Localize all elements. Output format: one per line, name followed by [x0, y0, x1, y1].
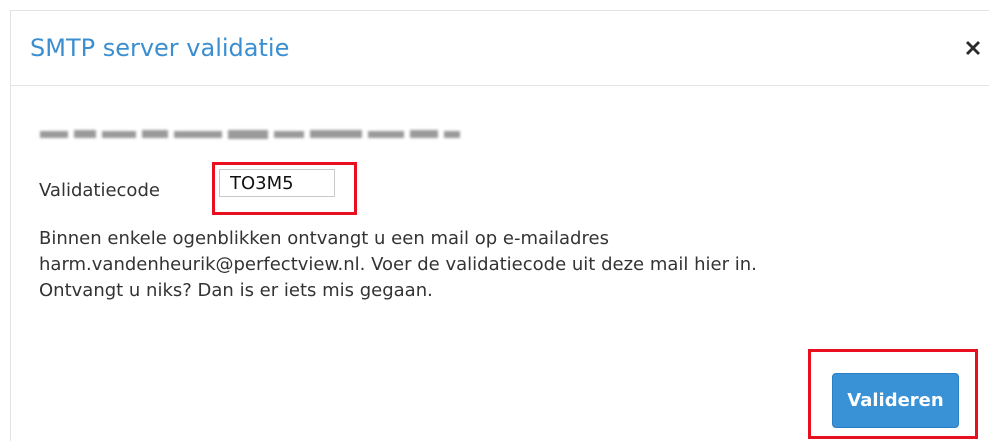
message-line: Ontvangt u niks? Dan is er iets mis gega…: [39, 280, 433, 301]
validation-message: Binnen enkele ogenblikken ontvangt u een…: [39, 226, 969, 304]
redacted-text: [40, 130, 460, 139]
validation-code-input[interactable]: [219, 169, 335, 197]
message-line: Binnen enkele ogenblikken ontvangt u een…: [39, 228, 609, 249]
smtp-validation-dialog: SMTP server validatie Validatiecode Binn…: [10, 10, 989, 441]
message-line: harm.vandenheurik@perfectview.nl. Voer d…: [39, 254, 757, 275]
validation-code-label: Validatiecode: [39, 180, 160, 201]
validate-button[interactable]: Valideren: [832, 373, 959, 428]
close-icon[interactable]: [961, 36, 985, 60]
dialog-header: SMTP server validatie: [11, 11, 989, 86]
dialog-title: SMTP server validatie: [30, 34, 290, 62]
